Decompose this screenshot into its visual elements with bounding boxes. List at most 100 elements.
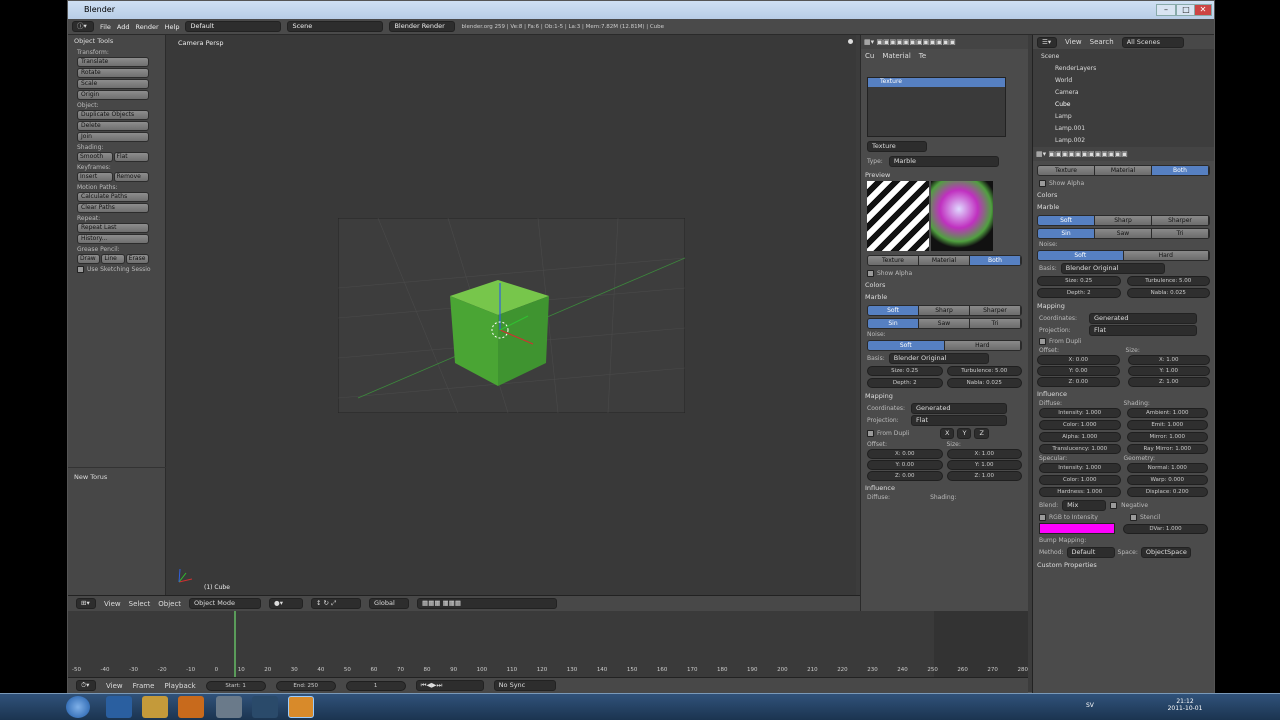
noise-hard-button[interactable]: Hard bbox=[1123, 251, 1209, 260]
scene-select[interactable]: Scene bbox=[287, 21, 384, 32]
sync-select[interactable]: No Sync bbox=[493, 680, 556, 691]
outliner-scene[interactable]: Scene bbox=[1041, 51, 1214, 63]
nabla-field[interactable]: Nabla: 0.025 bbox=[1126, 288, 1210, 298]
tex-offset-y[interactable]: Y: 0.00 bbox=[867, 460, 943, 470]
maximize-button[interactable]: □ bbox=[1176, 4, 1196, 16]
color-swatch[interactable] bbox=[1039, 523, 1115, 534]
outliner-search-menu[interactable]: Search bbox=[1090, 38, 1114, 46]
origin-button[interactable]: Origin bbox=[77, 90, 149, 100]
menu-add[interactable]: Add bbox=[117, 23, 130, 31]
tab-material[interactable]: Material bbox=[1095, 166, 1152, 175]
geometry-warp[interactable]: Warp: 0.000 bbox=[1126, 475, 1208, 485]
blend-select[interactable]: Mix bbox=[1062, 500, 1107, 511]
blender-taskbar-icon[interactable] bbox=[288, 696, 314, 718]
ie-icon[interactable] bbox=[106, 696, 132, 718]
show-alpha-checkbox[interactable] bbox=[1039, 180, 1046, 187]
join-button[interactable]: Join bbox=[77, 132, 149, 142]
stencil-checkbox[interactable] bbox=[1130, 514, 1137, 521]
specular-intensity[interactable]: Intensity: 1.000 bbox=[1039, 463, 1121, 473]
tl-view-menu[interactable]: View bbox=[106, 682, 123, 690]
tex-influence-header[interactable]: Influence bbox=[861, 482, 1028, 494]
tex-x-select[interactable]: X bbox=[940, 428, 955, 439]
ctx-cube[interactable]: Cu bbox=[865, 52, 874, 60]
tab-both[interactable]: Both bbox=[1152, 166, 1209, 175]
tex-size-y[interactable]: Y: 1.00 bbox=[946, 460, 1022, 470]
tex-z-select[interactable]: Z bbox=[974, 428, 989, 439]
erase-button[interactable]: Erase bbox=[125, 254, 149, 264]
scale-button[interactable]: Scale bbox=[77, 79, 149, 89]
shading-mirror[interactable]: Mirror: 1.000 bbox=[1126, 432, 1208, 442]
offset-z[interactable]: Z: 0.00 bbox=[1037, 377, 1120, 387]
repeat-last-button[interactable]: Repeat Last bbox=[77, 223, 149, 233]
tex-size-x[interactable]: X: 1.00 bbox=[946, 449, 1022, 459]
preview-header[interactable]: Preview bbox=[861, 169, 1028, 181]
texture-slot-list[interactable]: Texture bbox=[867, 77, 1006, 137]
editor-type-icon[interactable]: ⊞▾ bbox=[76, 598, 96, 609]
tex-turbulence-field[interactable]: Turbulence: 5.00 bbox=[946, 366, 1022, 376]
size-z[interactable]: Z: 1.00 bbox=[1127, 377, 1210, 387]
diffuse-alpha[interactable]: Alpha: 1.000 bbox=[1039, 432, 1121, 442]
tex-y-select[interactable]: Y bbox=[957, 428, 972, 439]
layout-select[interactable]: Default bbox=[185, 21, 282, 32]
photoshop-icon[interactable] bbox=[252, 696, 278, 718]
outliner-cube[interactable]: Cube bbox=[1041, 99, 1214, 111]
noise-soft-button[interactable]: Soft bbox=[1038, 251, 1124, 260]
tex-noise-soft[interactable]: Soft bbox=[868, 341, 945, 350]
diffuse-translucency[interactable]: Translucency: 1.000 bbox=[1039, 444, 1121, 454]
diffuse-intensity[interactable]: Intensity: 1.000 bbox=[1039, 408, 1121, 418]
tex-depth-field[interactable]: Depth: 2 bbox=[867, 378, 943, 388]
mapping-header[interactable]: Mapping bbox=[1033, 300, 1214, 312]
specular-hardness[interactable]: Hardness: 1.000 bbox=[1039, 487, 1121, 497]
texture-slot-active[interactable]: Texture bbox=[868, 78, 1005, 87]
render-engine-select[interactable]: Blender Render bbox=[389, 21, 456, 32]
start-frame-field[interactable]: Start: 1 bbox=[205, 680, 266, 691]
menu-help[interactable]: Help bbox=[165, 23, 180, 31]
tex-tab-texture[interactable]: Texture bbox=[868, 256, 919, 265]
editor-type-icon[interactable]: ☰▾ bbox=[1037, 36, 1057, 48]
tex-noise-hard[interactable]: Hard bbox=[944, 341, 1021, 350]
tex-tri-button[interactable]: Tri bbox=[970, 319, 1021, 328]
layer-buttons[interactable]: ▦▦▦ ▦▦▦ bbox=[417, 598, 558, 609]
timeline-area[interactable]: -50 -40 -30 -20 -10 0 10 20 30 40 50 60 70 80 90 100 110… bbox=[68, 611, 1028, 677]
rotate-button[interactable]: Rotate bbox=[77, 68, 149, 78]
mode-select[interactable]: Object Mode bbox=[189, 598, 262, 609]
space-select[interactable]: ObjectSpace bbox=[1140, 547, 1191, 558]
draw-button[interactable]: Draw bbox=[77, 254, 101, 264]
dvar-field[interactable]: DVar: 1.000 bbox=[1123, 523, 1208, 534]
clock[interactable]: 21:12 2011-10-01 bbox=[1160, 698, 1210, 712]
orientation-select[interactable]: Global bbox=[369, 598, 410, 609]
tex-nabla-field[interactable]: Nabla: 0.025 bbox=[946, 378, 1022, 388]
translate-button[interactable]: Translate bbox=[77, 57, 149, 67]
new-torus-header[interactable]: New Torus bbox=[68, 471, 113, 483]
flat-button[interactable]: Flat bbox=[113, 152, 149, 162]
sin-button[interactable]: Sin bbox=[1038, 229, 1095, 238]
tri-button[interactable]: Tri bbox=[1152, 229, 1209, 238]
saw-button[interactable]: Saw bbox=[1095, 229, 1152, 238]
tex-sin-button[interactable]: Sin bbox=[868, 319, 919, 328]
vh-select-menu[interactable]: Select bbox=[129, 600, 151, 608]
insert-keyframe-button[interactable]: Insert bbox=[77, 172, 113, 182]
rgb-to-intensity-checkbox[interactable] bbox=[1039, 514, 1046, 521]
tex-offset-z[interactable]: Z: 0.00 bbox=[867, 471, 943, 481]
delete-button[interactable]: Delete bbox=[77, 121, 149, 131]
tex-mapping-header[interactable]: Mapping bbox=[861, 390, 1028, 402]
coords-select[interactable]: Generated bbox=[1089, 313, 1197, 324]
geometry-displace[interactable]: Displace: 0.200 bbox=[1126, 487, 1208, 497]
menu-file[interactable]: File bbox=[100, 23, 111, 31]
3d-viewport[interactable]: Camera Persp (1) Cube bbox=[166, 35, 856, 595]
tex-soft-button[interactable]: Soft bbox=[868, 306, 919, 315]
shading-select[interactable]: ●▾ bbox=[269, 598, 304, 609]
sketching-checkbox[interactable] bbox=[77, 266, 84, 273]
specular-color[interactable]: Color: 1.000 bbox=[1039, 475, 1121, 485]
editor-type-icon[interactable]: ⓘ▾ bbox=[72, 21, 94, 32]
tex-colors-header[interactable]: Colors bbox=[861, 279, 1028, 291]
tl-playback-menu[interactable]: Playback bbox=[164, 682, 195, 690]
shading-ray-mirror[interactable]: Ray Mirror: 1.000 bbox=[1126, 444, 1208, 454]
geometry-normal[interactable]: Normal: 1.000 bbox=[1126, 463, 1208, 473]
offset-x[interactable]: X: 0.00 bbox=[1037, 355, 1120, 365]
tex-saw-button[interactable]: Saw bbox=[919, 319, 970, 328]
outliner-world[interactable]: World bbox=[1041, 75, 1214, 87]
app-icon[interactable] bbox=[216, 696, 242, 718]
sharp-button[interactable]: Sharp bbox=[1095, 216, 1152, 225]
playback-controls[interactable]: ⏮◀▶⏭ bbox=[415, 680, 484, 691]
